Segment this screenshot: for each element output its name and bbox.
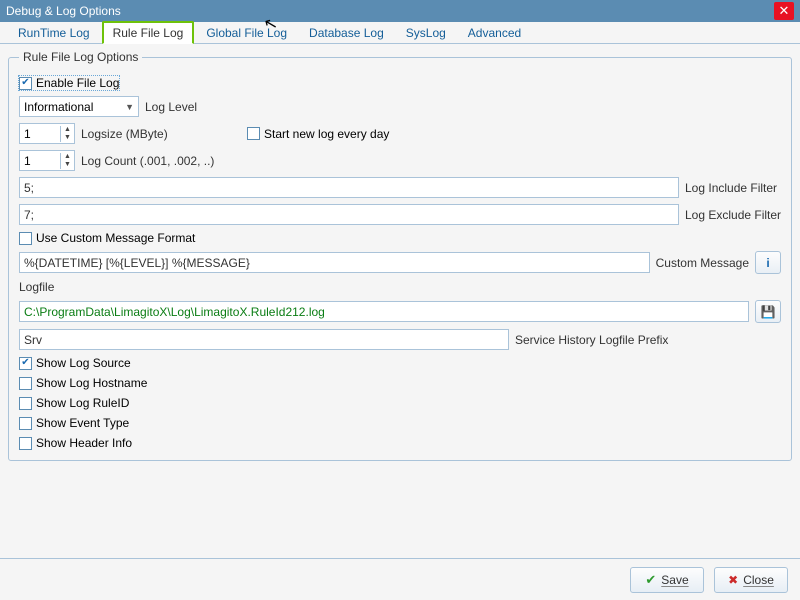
rule-file-log-options-group: Rule File Log Options Enable File Log In…: [8, 50, 792, 461]
save-button[interactable]: ✔ Save: [630, 567, 704, 593]
title-bar: Debug & Log Options ✕: [0, 0, 800, 22]
checkbox-icon: [19, 77, 32, 90]
checkbox-icon: [19, 437, 32, 450]
logsize-value: 1: [20, 127, 60, 141]
checkbox-icon: [19, 377, 32, 390]
log-include-filter-label: Log Include Filter: [685, 181, 781, 195]
custom-message-value: %{DATETIME} [%{LEVEL}] %{MESSAGE}: [24, 256, 250, 270]
log-level-select[interactable]: Informational ▼: [19, 96, 139, 117]
close-button-label: Close: [743, 573, 774, 587]
service-prefix-label: Service History Logfile Prefix: [515, 333, 668, 347]
save-icon: 💾: [761, 305, 776, 319]
start-new-log-label: Start new log every day: [264, 127, 389, 141]
tab-advanced[interactable]: Advanced: [458, 22, 531, 43]
logfile-path-value: C:\ProgramData\LimagitoX\Log\LimagitoX.R…: [24, 305, 325, 319]
log-level-label: Log Level: [145, 100, 197, 114]
close-icon: ✖: [728, 573, 738, 587]
show-event-type-checkbox[interactable]: Show Event Type: [19, 416, 129, 430]
checkbox-icon: [19, 397, 32, 410]
show-log-hostname-label: Show Log Hostname: [36, 376, 147, 390]
logfile-label: Logfile: [19, 280, 54, 294]
check-icon: ✔: [645, 572, 656, 588]
checkbox-icon: [19, 417, 32, 430]
log-exclude-filter-value: 7;: [24, 208, 34, 222]
footer-bar: ✔ Save ✖ Close: [0, 558, 800, 600]
log-include-filter-input[interactable]: 5;: [19, 177, 679, 198]
logsize-label: Logsize (MByte): [81, 127, 211, 141]
custom-message-input[interactable]: %{DATETIME} [%{LEVEL}] %{MESSAGE}: [19, 252, 650, 273]
spinner-down-icon[interactable]: ▼: [61, 134, 74, 142]
tab-runtime-log[interactable]: RunTime Log: [8, 22, 100, 43]
log-count-spinner[interactable]: 1 ▲▼: [19, 150, 75, 171]
show-log-ruleid-label: Show Log RuleID: [36, 396, 129, 410]
checkbox-icon: [247, 127, 260, 140]
close-window-button[interactable]: ✕: [774, 2, 794, 20]
log-count-value: 1: [20, 154, 60, 168]
tab-global-file-log[interactable]: Global File Log: [196, 22, 297, 43]
enable-file-log-checkbox[interactable]: Enable File Log: [19, 76, 119, 90]
tab-database-log[interactable]: Database Log: [299, 22, 394, 43]
checkbox-icon: [19, 357, 32, 370]
show-header-info-checkbox[interactable]: Show Header Info: [19, 436, 132, 450]
log-exclude-filter-label: Log Exclude Filter: [685, 208, 781, 222]
show-event-type-label: Show Event Type: [36, 416, 129, 430]
tab-syslog[interactable]: SysLog: [396, 22, 456, 43]
start-new-log-checkbox[interactable]: Start new log every day: [247, 127, 389, 141]
log-exclude-filter-input[interactable]: 7;: [19, 204, 679, 225]
save-path-button[interactable]: 💾: [755, 300, 781, 323]
service-prefix-input[interactable]: Srv: [19, 329, 509, 350]
info-icon: i: [766, 256, 769, 270]
use-custom-format-checkbox[interactable]: Use Custom Message Format: [19, 231, 195, 245]
tab-bar: RunTime Log Rule File Log Global File Lo…: [0, 22, 800, 44]
save-button-label: Save: [661, 573, 688, 587]
window-title: Debug & Log Options: [6, 4, 774, 18]
show-log-source-label: Show Log Source: [36, 356, 131, 370]
use-custom-format-label: Use Custom Message Format: [36, 231, 195, 245]
custom-message-label: Custom Message: [656, 256, 749, 270]
logsize-spinner[interactable]: 1 ▲▼: [19, 123, 75, 144]
show-log-hostname-checkbox[interactable]: Show Log Hostname: [19, 376, 147, 390]
checkbox-icon: [19, 232, 32, 245]
spinner-up-icon[interactable]: ▲: [61, 153, 74, 161]
group-legend: Rule File Log Options: [19, 50, 142, 64]
log-level-value: Informational: [24, 100, 93, 114]
log-include-filter-value: 5;: [24, 181, 34, 195]
spinner-up-icon[interactable]: ▲: [61, 126, 74, 134]
log-count-label: Log Count (.001, .002, ..): [81, 154, 214, 168]
enable-file-log-label: Enable File Log: [36, 76, 119, 90]
show-log-ruleid-checkbox[interactable]: Show Log RuleID: [19, 396, 129, 410]
show-header-info-label: Show Header Info: [36, 436, 132, 450]
chevron-down-icon: ▼: [125, 102, 134, 112]
close-button[interactable]: ✖ Close: [714, 567, 788, 593]
service-prefix-value: Srv: [24, 333, 42, 347]
info-button[interactable]: i: [755, 251, 781, 274]
logfile-path-input[interactable]: C:\ProgramData\LimagitoX\Log\LimagitoX.R…: [19, 301, 749, 322]
tab-rule-file-log[interactable]: Rule File Log: [102, 21, 195, 44]
spinner-down-icon[interactable]: ▼: [61, 161, 74, 169]
show-log-source-checkbox[interactable]: Show Log Source: [19, 356, 131, 370]
